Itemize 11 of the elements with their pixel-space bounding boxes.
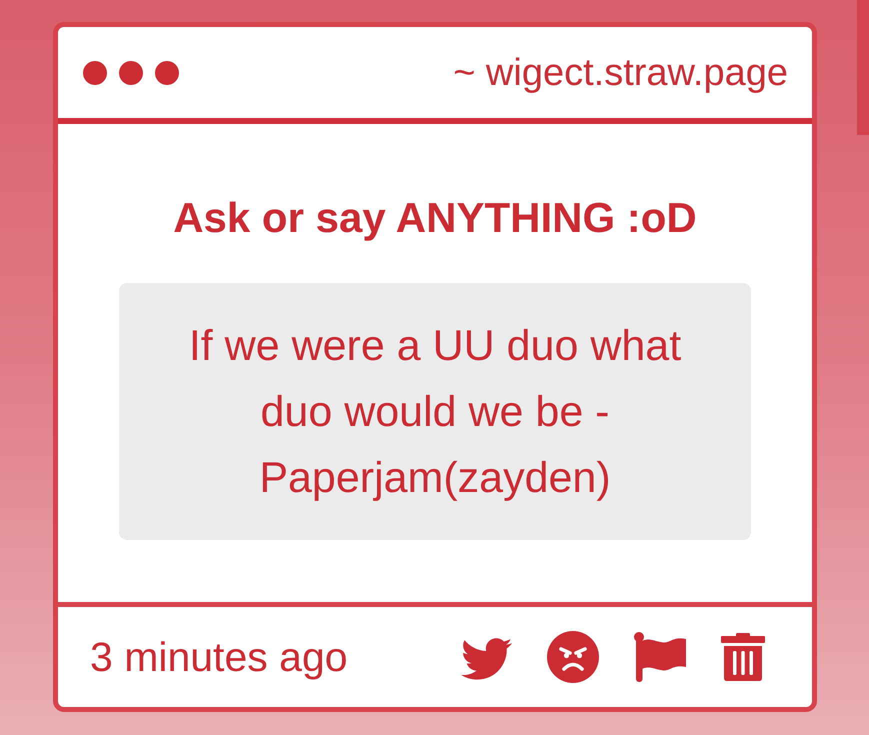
trash-icon[interactable] xyxy=(721,633,765,681)
page-address: ~ wigect.straw.page xyxy=(453,50,788,96)
window-dot-icon xyxy=(155,60,179,84)
prompt-heading: Ask or say ANYTHING :oD xyxy=(173,193,697,243)
flag-icon[interactable] xyxy=(634,632,686,682)
timestamp: 3 minutes ago xyxy=(90,633,348,682)
scrollbar-thumb[interactable] xyxy=(857,0,869,135)
window-dot-icon xyxy=(83,60,107,84)
angry-face-icon[interactable] xyxy=(547,631,599,683)
window-dot-icon xyxy=(119,60,143,84)
message-text: If we were a UU duo what duo would we be - Paperjam(zayden) xyxy=(188,320,682,504)
